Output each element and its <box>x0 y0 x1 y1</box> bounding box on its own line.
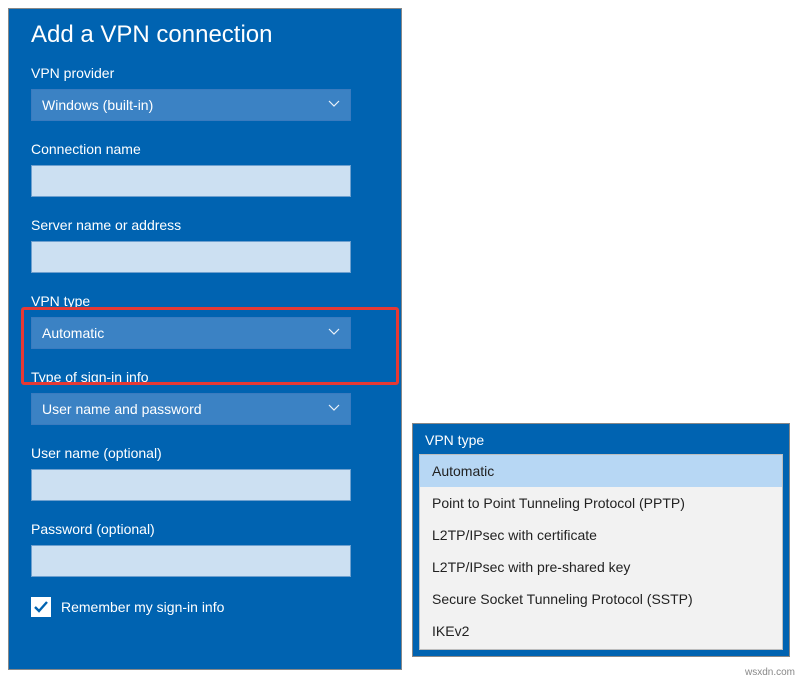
add-vpn-panel: Add a VPN connection VPN provider Window… <box>8 8 402 670</box>
dropdown-title: VPN type <box>413 424 789 454</box>
vpn-type-dropdown-panel: VPN type Automatic Point to Point Tunnel… <box>412 423 790 657</box>
dropdown-item-l2tp-psk[interactable]: L2TP/IPsec with pre-shared key <box>420 551 782 583</box>
field-username: User name (optional) <box>31 445 379 501</box>
checkbox-remember-signin[interactable] <box>31 597 51 617</box>
chevron-down-icon <box>328 402 340 417</box>
watermark: wsxdn.com <box>745 667 795 678</box>
label-signin-type: Type of sign-in info <box>31 369 379 385</box>
label-remember-signin: Remember my sign-in info <box>61 599 224 615</box>
select-vpn-type-value: Automatic <box>42 325 104 341</box>
dropdown-item-l2tp-cert[interactable]: L2TP/IPsec with certificate <box>420 519 782 551</box>
dropdown-item-sstp[interactable]: Secure Socket Tunneling Protocol (SSTP) <box>420 583 782 615</box>
input-connection-name[interactable] <box>31 165 351 197</box>
label-password: Password (optional) <box>31 521 379 537</box>
field-connection-name: Connection name <box>31 141 379 197</box>
field-password: Password (optional) <box>31 521 379 577</box>
input-server-address[interactable] <box>31 241 351 273</box>
label-username: User name (optional) <box>31 445 379 461</box>
label-connection-name: Connection name <box>31 141 379 157</box>
select-vpn-type[interactable]: Automatic <box>31 317 351 349</box>
field-vpn-type: VPN type Automatic <box>31 293 379 349</box>
chevron-down-icon <box>328 98 340 113</box>
select-vpn-provider-value: Windows (built-in) <box>42 97 153 113</box>
field-vpn-provider: VPN provider Windows (built-in) <box>31 65 379 121</box>
remember-signin-row: Remember my sign-in info <box>31 597 379 617</box>
field-signin-type: Type of sign-in info User name and passw… <box>31 369 379 425</box>
label-vpn-type: VPN type <box>31 293 379 309</box>
dropdown-item-pptp[interactable]: Point to Point Tunneling Protocol (PPTP) <box>420 487 782 519</box>
chevron-down-icon <box>328 326 340 341</box>
select-signin-type-value: User name and password <box>42 401 202 417</box>
dropdown-list: Automatic Point to Point Tunneling Proto… <box>419 454 783 650</box>
field-server-address: Server name or address <box>31 217 379 273</box>
label-vpn-provider: VPN provider <box>31 65 379 81</box>
dropdown-item-automatic[interactable]: Automatic <box>420 455 782 487</box>
select-vpn-provider[interactable]: Windows (built-in) <box>31 89 351 121</box>
input-password[interactable] <box>31 545 351 577</box>
input-username[interactable] <box>31 469 351 501</box>
dropdown-item-ikev2[interactable]: IKEv2 <box>420 615 782 649</box>
select-signin-type[interactable]: User name and password <box>31 393 351 425</box>
page-title: Add a VPN connection <box>31 21 379 49</box>
label-server-address: Server name or address <box>31 217 379 233</box>
